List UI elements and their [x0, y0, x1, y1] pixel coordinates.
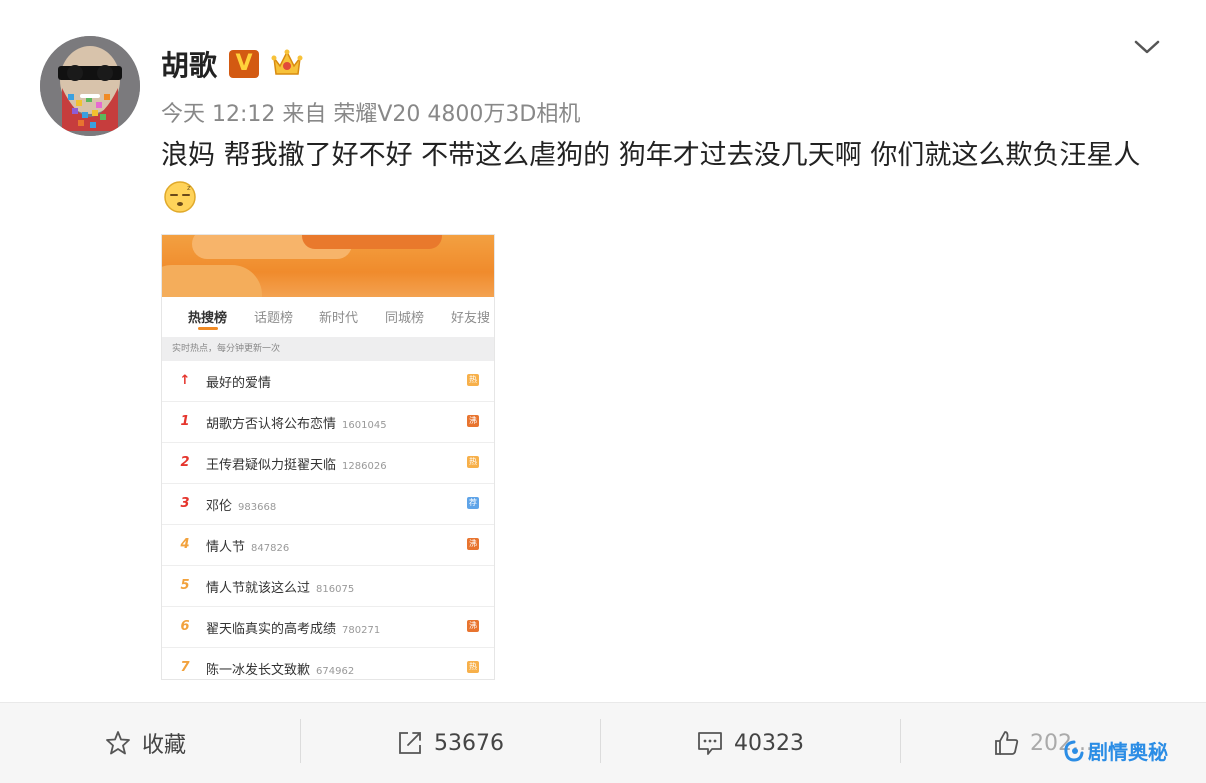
hot-search-tag: 荐	[467, 497, 479, 509]
tab-friends[interactable]: 好友搜	[451, 307, 490, 326]
hot-search-row[interactable]: 7 陈一冰发长文致歉 674962 热	[162, 648, 494, 679]
active-tab-indicator	[198, 327, 218, 330]
star-icon	[106, 731, 130, 755]
tab-hot-search[interactable]: 热搜榜	[188, 307, 227, 326]
hot-search-rank: 1	[180, 414, 190, 429]
repost-count: 53676	[434, 730, 504, 756]
hot-search-count: 847826	[251, 543, 290, 554]
hot-search-count: 674962	[316, 666, 355, 677]
hot-search-row[interactable]: 5 情人节就该这么过 816075	[162, 566, 494, 607]
hot-search-row[interactable]: 3 邓伦 983668 荐	[162, 484, 494, 525]
hot-search-tag: 沸	[467, 538, 479, 550]
avatar[interactable]	[40, 36, 140, 136]
post-body: 浪妈 帮我撤了好不好 不带这么虐狗的 狗年才过去没几天啊 你们就这么欺负汪星人 …	[161, 134, 1161, 228]
hot-search-rank: ↑	[179, 373, 191, 388]
hot-search-tag: 沸	[467, 620, 479, 632]
watermark: 剧情奥秘	[1062, 736, 1168, 765]
tab-topics[interactable]: 话题榜	[254, 307, 293, 326]
hot-search-rank: 4	[180, 537, 190, 552]
action-divider	[900, 719, 901, 763]
sleepy-face-emoji-icon: z	[163, 180, 197, 228]
hot-search-tag: 热	[467, 374, 479, 386]
hot-search-title: 翟天临真实的高考成绩 780271	[206, 618, 380, 637]
hot-search-count: 983668	[238, 502, 277, 513]
favorite-button[interactable]: 收藏	[104, 725, 186, 761]
hot-search-row[interactable]: 6 翟天临真实的高考成绩 780271 沸	[162, 607, 494, 648]
hot-search-title: 情人节 847826	[206, 536, 289, 555]
verified-badge: V	[229, 50, 259, 78]
action-bar: 收藏 53676 40323 202...	[0, 702, 1206, 783]
post-body-text: 浪妈 帮我撤了好不好 不带这么虐狗的 狗年才过去没几天啊 你们就这么欺负汪星人	[161, 140, 1141, 171]
tab-new-era[interactable]: 新时代	[319, 307, 358, 326]
hot-search-title: 邓伦 983668	[206, 495, 276, 514]
hot-search-row[interactable]: 1 胡歌方否认将公布恋情 1601045 沸	[162, 402, 494, 443]
hot-search-title: 情人节就该这么过 816075	[206, 577, 354, 596]
hot-search-row[interactable]: 4 情人节 847826 沸	[162, 525, 494, 566]
hot-search-title-text: 邓伦	[206, 499, 233, 514]
hot-search-rank: 5	[180, 578, 190, 593]
hot-search-title: 陈一冰发长文致歉 674962	[206, 659, 354, 678]
hot-search-tag: 热	[467, 661, 479, 673]
hot-search-tabs: 热搜榜 话题榜 新时代 同城榜 好友搜	[162, 297, 494, 337]
hot-search-title-text: 情人节	[206, 540, 246, 555]
hot-search-rank: 6	[180, 619, 190, 634]
hot-search-title: 最好的爱情	[206, 372, 271, 391]
watermark-text: 剧情奥秘	[1088, 740, 1168, 764]
hot-search-screenshot[interactable]: 热搜榜 话题榜 新时代 同城榜 好友搜 实时热点，每分钟更新一次 ↑ 最好的爱情热…	[161, 234, 495, 680]
hot-search-count: 780271	[342, 625, 381, 636]
action-divider	[300, 719, 301, 763]
hot-search-count: 1601045	[342, 420, 387, 431]
comment-button[interactable]: 40323	[696, 725, 804, 761]
hot-search-row[interactable]: 2 王传君疑似力挺翟天临 1286026 热	[162, 443, 494, 484]
hot-search-title-text: 翟天临真实的高考成绩	[206, 622, 337, 637]
comment-count: 40323	[734, 730, 804, 756]
hot-search-title: 王传君疑似力挺翟天临 1286026	[206, 454, 387, 473]
hot-search-title: 胡歌方否认将公布恋情 1601045	[206, 413, 387, 432]
hot-search-row[interactable]: ↑ 最好的爱情 热	[162, 361, 494, 402]
thumbs-up-icon	[995, 731, 1019, 755]
hot-search-count: 816075	[316, 584, 355, 595]
svg-text:z: z	[187, 184, 191, 192]
hot-search-banner	[162, 235, 494, 297]
weibo-post: 胡歌 V 今天 12:12 来自 荣耀V20 4800万3D相机 浪妈 帮我撤了…	[0, 0, 1206, 783]
hot-search-subheader: 实时热点，每分钟更新一次	[162, 337, 494, 361]
hot-search-rank: 2	[180, 455, 190, 470]
hot-search-count: 1286026	[342, 461, 387, 472]
crown-icon	[270, 46, 304, 84]
comment-icon	[698, 732, 722, 755]
author-name[interactable]: 胡歌	[161, 44, 217, 84]
post-meta: 今天 12:12 来自 荣耀V20 4800万3D相机	[161, 102, 581, 127]
repost-button[interactable]: 53676	[396, 725, 504, 761]
hot-search-rank: 7	[180, 660, 190, 675]
watermark-logo-icon	[1064, 740, 1084, 762]
hot-search-title-text: 情人节就该这么过	[206, 581, 311, 596]
hot-search-title-text: 陈一冰发长文致歉	[206, 663, 311, 678]
hot-search-title-text: 王传君疑似力挺翟天临	[206, 458, 337, 473]
action-divider	[600, 719, 601, 763]
chevron-down-icon[interactable]	[1132, 36, 1162, 58]
hot-search-title-text: 最好的爱情	[206, 376, 272, 391]
hot-search-tag: 沸	[467, 415, 479, 427]
hot-search-title-text: 胡歌方否认将公布恋情	[206, 417, 337, 432]
share-icon	[399, 732, 421, 754]
hot-search-rank: 3	[180, 496, 190, 511]
favorite-label: 收藏	[142, 733, 187, 758]
tab-local[interactable]: 同城榜	[385, 307, 424, 326]
hot-search-tag: 热	[467, 456, 479, 468]
